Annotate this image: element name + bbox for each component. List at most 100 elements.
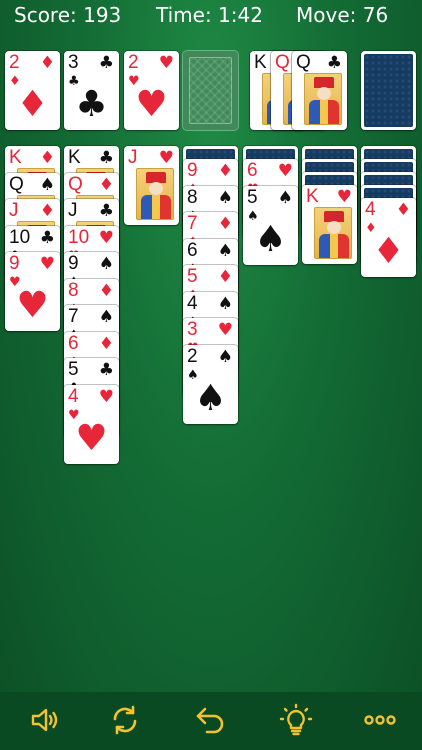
card-suit-large: ♥ [135, 84, 168, 125]
card-suit: ♥ [98, 386, 114, 407]
card-rank: 2 [187, 345, 198, 367]
card-suit-large: ♣ [75, 84, 108, 125]
card-suit: ♥ [277, 161, 293, 181]
card-rank: Q [9, 173, 24, 195]
card-suit: ♦ [98, 280, 114, 301]
card-rank: Q [68, 173, 83, 195]
playing-card[interactable]: 4 ♥ ♥ ♥ [64, 384, 119, 464]
card-suit: ♦ [39, 201, 55, 221]
card-suit: ♦ [98, 174, 114, 195]
card-suit: ♦ [98, 333, 114, 354]
card-suit: ♠ [39, 174, 55, 195]
card-rank: K [9, 147, 22, 168]
playing-card[interactable]: 4 ♦ ♦ ♦ [361, 198, 416, 277]
playing-card[interactable]: 2 ♥ ♥ ♥ [124, 51, 179, 130]
playing-card[interactable]: Q ♣ [292, 51, 347, 130]
card-suit: ♦ [217, 161, 233, 181]
status-bar: Score: 193 Time: 1:42 Move: 76 [0, 0, 422, 32]
card-suit: ♠ [217, 293, 233, 314]
card-rank: 9 [9, 253, 20, 274]
card-rank: 2 [128, 52, 139, 73]
card-suit-large: ♦ [372, 231, 405, 272]
card-rank: 7 [187, 213, 198, 234]
card-suit: ♣ [98, 360, 114, 380]
score-label: Score: 193 [14, 3, 122, 27]
playing-card[interactable]: 2 ♦ ♦ ♦ [5, 51, 60, 130]
card-rank: 3 [68, 52, 79, 73]
card-suit: ♣ [98, 201, 114, 221]
card-suit: ♥ [98, 227, 114, 248]
card-suit: ♥ [217, 320, 233, 340]
sound-button[interactable] [26, 700, 66, 740]
draw-pile[interactable] [361, 51, 416, 130]
card-rank: J [128, 147, 138, 168]
card-suit-large: ♦ [16, 84, 49, 125]
card-rank: 6 [247, 160, 258, 181]
card-rank: K [68, 147, 81, 168]
card-suit: ♦ [39, 148, 55, 168]
card-suit: ♥ [39, 254, 55, 274]
new-game-button[interactable] [105, 700, 145, 740]
card-suit: ♦ [395, 200, 411, 220]
undo-button[interactable] [190, 700, 230, 740]
card-rank: J [9, 200, 19, 221]
court-figure [136, 168, 174, 220]
playing-card[interactable]: K ♥ [302, 185, 357, 264]
card-suit: ♠ [217, 187, 233, 208]
card-suit: ♠ [217, 240, 233, 261]
card-suit: ♣ [98, 148, 114, 168]
card-rank: Q [275, 52, 290, 73]
card-suit-large: ♥ [75, 417, 108, 459]
card-suit: ♣ [98, 53, 114, 73]
refresh-icon [113, 705, 137, 735]
lightbulb-icon [279, 703, 313, 736]
card-rank: 8 [187, 186, 198, 208]
card-suit: ♣ [326, 53, 342, 73]
hint-button[interactable] [276, 700, 316, 740]
card-suit: ♠ [277, 187, 293, 208]
card-rank: 9 [68, 253, 79, 274]
card-suit: ♣ [39, 227, 55, 248]
card-rank: 7 [68, 306, 79, 327]
playing-card[interactable]: 9 ♥ ♥ ♥ [5, 252, 60, 331]
bottom-toolbar [0, 692, 422, 750]
more-dots-icon [364, 715, 396, 725]
card-rank: 5 [247, 186, 258, 208]
court-figure [304, 73, 342, 125]
card-suit: ♥ [158, 53, 174, 73]
card-rank: 6 [187, 239, 198, 261]
card-rank: 6 [68, 332, 79, 354]
card-rank: 10 [68, 226, 90, 248]
playing-card[interactable]: J ♥ [124, 146, 179, 225]
card-suit: ♥ [336, 187, 352, 207]
card-suit: ♦ [217, 267, 233, 287]
card-suit-large: ♥ [16, 285, 49, 326]
card-rank: 8 [68, 279, 79, 301]
card-rank: 4 [187, 292, 198, 314]
time-label: Time: 1:42 [156, 3, 263, 27]
playing-card[interactable]: 3 ♣ ♣ ♣ [64, 51, 119, 130]
card-rank: 5 [68, 359, 79, 380]
undo-icon [196, 707, 224, 734]
more-button[interactable] [360, 700, 400, 740]
card-suit: ♦ [217, 214, 233, 234]
playing-card[interactable]: 2 ♠ ♠ ♠ [183, 344, 238, 424]
card-rank: Q [296, 52, 311, 73]
card-suit: ♠ [98, 307, 114, 327]
card-rank: J [68, 200, 78, 221]
stock-pile[interactable] [183, 51, 238, 130]
card-suit: ♥ [158, 148, 174, 168]
card-rank: 3 [187, 319, 198, 340]
card-suit-large: ♠ [194, 377, 227, 419]
playing-card[interactable]: 5 ♠ ♠ ♠ [243, 185, 298, 265]
card-rank: 2 [9, 52, 20, 73]
card-rank: 4 [365, 199, 376, 220]
card-rank: 5 [187, 266, 198, 287]
card-suit: ♠ [98, 254, 114, 274]
speaker-icon [31, 708, 58, 732]
card-suit: ♠ [217, 346, 233, 367]
card-rank: K [306, 186, 319, 207]
card-rank: K [254, 52, 267, 73]
card-suit-large: ♠ [254, 218, 287, 260]
card-rank: 10 [9, 226, 31, 248]
